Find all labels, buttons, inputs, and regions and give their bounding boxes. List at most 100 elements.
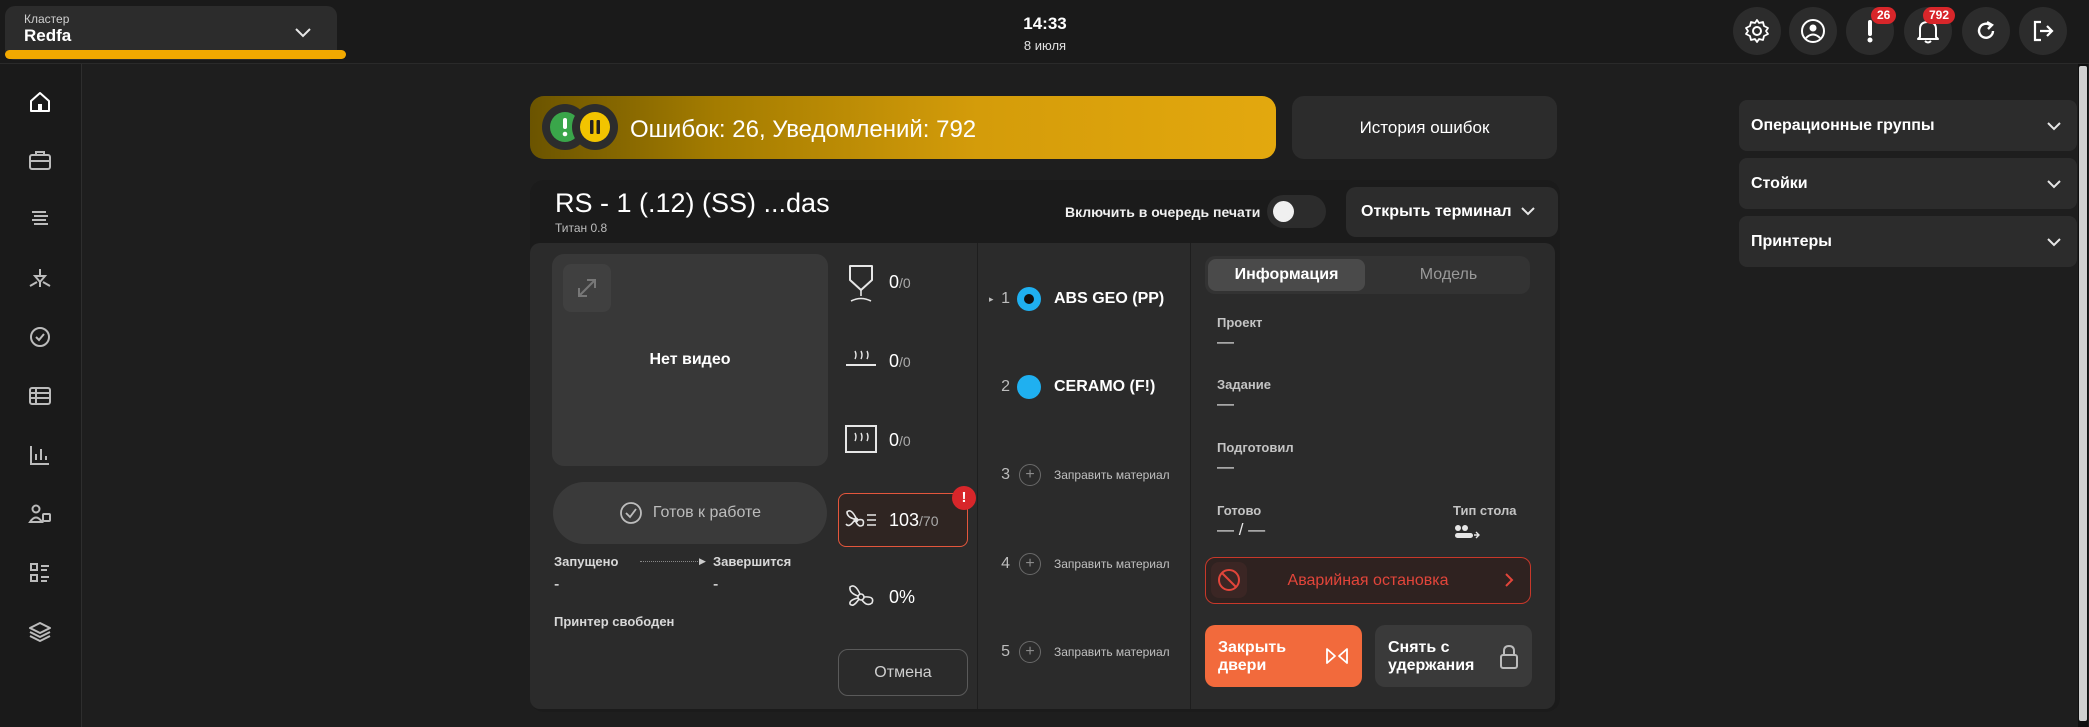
briefcase-icon[interactable]	[26, 146, 54, 174]
alert-summary-text: Ошибок: 26, Уведомлений: 792	[630, 116, 977, 143]
print-queue-label: Включить в очередь печати	[1065, 204, 1261, 220]
material-name[interactable]: CERAMO (F!)	[1054, 378, 1155, 396]
accordion-racks[interactable]: Стойки	[1739, 158, 2077, 209]
arrow-right-icon: ▶	[699, 556, 706, 566]
add-material-icon[interactable]: +	[1019, 553, 1041, 575]
cluster-label: Кластер	[24, 12, 70, 26]
printer-nozzle-icon[interactable]	[26, 264, 54, 292]
no-video-label: Нет видео	[649, 351, 731, 368]
add-material-label[interactable]: Заправить материал	[1054, 468, 1170, 482]
error-history-button[interactable]: История ошибок	[1292, 96, 1557, 159]
settings-button[interactable]	[1733, 7, 1781, 55]
accordion-label: Стойки	[1751, 175, 1808, 192]
chevron-down-icon	[2045, 175, 2063, 193]
close-doors-label: Закрыть двери	[1218, 639, 1287, 674]
chevron-down-icon	[1519, 202, 1537, 220]
fan-speed: 0%	[843, 577, 915, 617]
nozzle-icon	[849, 265, 873, 302]
open-terminal-label: Открыть терминал	[1361, 203, 1512, 220]
notifications-badge: 792	[1923, 7, 1956, 24]
gear-icon	[1745, 19, 1769, 43]
fan-error-badge: !	[952, 486, 976, 510]
material-slot-number: 1	[1001, 290, 1010, 307]
task-label: Задание	[1217, 377, 1271, 392]
expand-icon	[578, 279, 596, 297]
fan-speed-value: 0%	[889, 587, 916, 607]
accordion-label: Операционные группы	[1751, 117, 1935, 134]
layers-icon[interactable]	[26, 618, 54, 646]
material-slot-number: 3	[1001, 466, 1010, 483]
add-material-icon[interactable]: +	[1019, 641, 1041, 663]
bar-chart-icon[interactable]	[26, 441, 54, 469]
toggle-knob	[1273, 201, 1294, 222]
tab-information[interactable]: Информация	[1208, 259, 1365, 291]
profile-button[interactable]	[1789, 7, 1837, 55]
task-list-icon[interactable]	[26, 205, 54, 233]
chevron-down-icon	[2045, 117, 2063, 135]
fan-icon	[849, 585, 874, 606]
nozzle-temperature: 0/0	[843, 262, 911, 306]
cluster-progress-bar	[5, 50, 346, 59]
check-circle-icon	[620, 502, 642, 524]
ready-to-work-button[interactable]: Готов к работе	[553, 482, 827, 544]
chamber-temp-value: 0/0	[889, 430, 911, 450]
user-icon	[1801, 19, 1825, 43]
tab-model[interactable]: Модель	[1370, 259, 1527, 291]
pause-status-icon	[572, 104, 618, 150]
bed-temperature: 0/0	[843, 341, 911, 381]
clock: 14:33 8 июля	[960, 14, 1130, 53]
project-value: —	[1217, 332, 1234, 351]
home-icon[interactable]	[26, 88, 54, 116]
material-slot-number: 2	[1001, 378, 1010, 395]
scrollbar-thumb[interactable]	[2079, 66, 2087, 721]
material-color-dot[interactable]	[1017, 375, 1041, 399]
prepared-by-value: —	[1217, 457, 1234, 476]
check-circle-icon[interactable]	[26, 323, 54, 351]
fan-heater-temperature: 103/70	[843, 500, 939, 540]
accordion-operational-groups[interactable]: Операционные группы	[1739, 100, 2077, 151]
ready-value: — / —	[1217, 520, 1266, 539]
chamber-temperature: 0/0	[843, 420, 911, 460]
emergency-stop-label: Аварийная остановка	[1287, 572, 1449, 589]
doors-close-icon	[1325, 646, 1349, 666]
refresh-button[interactable]	[1962, 7, 2010, 55]
chamber-heat-icon	[845, 425, 877, 453]
cluster-value: Redfa	[24, 26, 72, 45]
cancel-button[interactable]: Отмена	[838, 649, 968, 696]
column-divider	[1190, 243, 1191, 709]
table-icon[interactable]	[26, 382, 54, 410]
users-icon[interactable]	[26, 500, 54, 528]
finish-label: Завершится	[713, 554, 792, 569]
add-material-label[interactable]: Заправить материал	[1054, 645, 1170, 659]
material-slot-number: 4	[1001, 555, 1010, 572]
chevron-right-icon	[1500, 571, 1518, 589]
material-name[interactable]: ABS GEO (PP)	[1054, 290, 1164, 308]
logout-button[interactable]	[2019, 7, 2067, 55]
table-type-label: Тип стола	[1453, 503, 1517, 518]
chevron-down-icon	[2045, 233, 2063, 251]
alerts-badge: 26	[1871, 7, 1897, 24]
accordion-printers[interactable]: Принтеры	[1739, 216, 2077, 267]
timeline-divider	[640, 561, 702, 562]
logout-icon	[2033, 20, 2054, 42]
printer-status-text: Принтер свободен	[554, 614, 675, 629]
add-material-icon[interactable]: +	[1019, 464, 1041, 486]
project-label: Проект	[1217, 315, 1263, 330]
conveyor-table-icon	[1454, 524, 1480, 540]
started-value: -	[554, 576, 560, 593]
release-hold-label: Снять с удержания	[1388, 639, 1475, 674]
add-material-label[interactable]: Заправить материал	[1054, 557, 1170, 571]
ready-label: Готово	[1217, 503, 1262, 518]
accordion-label: Принтеры	[1751, 233, 1832, 250]
started-label: Запущено	[554, 554, 619, 569]
refresh-icon	[1977, 20, 1995, 39]
expand-video-button[interactable]	[563, 264, 611, 312]
bed-heat-icon	[846, 350, 876, 366]
clock-date: 8 июля	[1023, 38, 1067, 53]
column-divider	[977, 243, 978, 709]
fan-heater-temp-value: 103/70	[889, 510, 939, 530]
active-material-indicator	[1024, 294, 1034, 304]
checklist-icon[interactable]	[26, 559, 54, 587]
chevron-down-icon[interactable]	[293, 22, 313, 42]
material-slot-number: 5	[1001, 643, 1010, 660]
